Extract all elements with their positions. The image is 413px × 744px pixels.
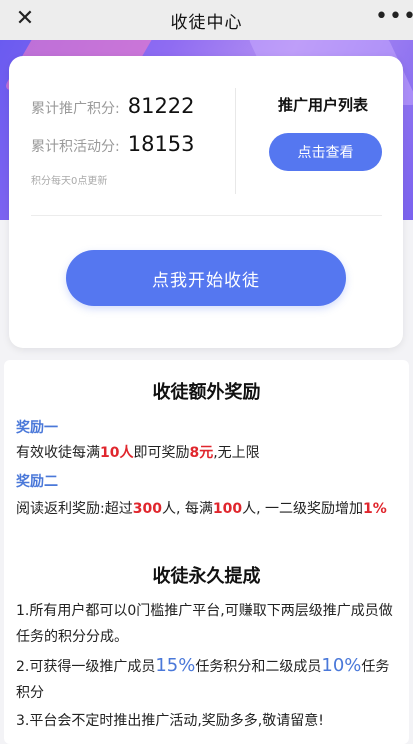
vertical-divider bbox=[235, 88, 236, 194]
rule-three: 3.平台会不定时推出推广活动,奖励多多,敬请留意! bbox=[16, 713, 324, 729]
reward-highlight: 100 bbox=[212, 501, 243, 517]
rule-two: 2.可获得一级推广成员15%任务积分和二级成员10%任务积分 bbox=[16, 653, 402, 706]
rule-percent: 10% bbox=[321, 655, 362, 676]
horizontal-divider bbox=[31, 215, 382, 216]
rule-one: 1.所有用户都可以0门槛推广平台,可赚取下两层级推广成员做任务的积分分成。 bbox=[16, 603, 393, 645]
reward-text: 有效收徒每满 bbox=[16, 445, 100, 461]
reward-two-text: 阅读返利奖励:超过300人, 每满100人, 一二级奖励增加1% bbox=[16, 496, 400, 522]
total-promo-points: 累计推广积分: 81222 bbox=[31, 94, 195, 118]
reward-text: 阅读返利奖励:超过 bbox=[16, 501, 133, 517]
start-recruit-button[interactable]: 点我开始收徒 bbox=[66, 250, 346, 306]
total-activity-points: 累计积活动分: 18153 bbox=[31, 132, 195, 156]
reward-one-heading: 奖励一 bbox=[16, 420, 58, 436]
view-promo-list-button[interactable]: 点击查看 bbox=[269, 133, 382, 171]
more-dots-icon[interactable]: ••• bbox=[375, 6, 413, 30]
update-note: 积分每天0点更新 bbox=[31, 176, 108, 187]
reward-two-heading: 奖励二 bbox=[16, 474, 58, 490]
reward-text: 人, 每满 bbox=[161, 501, 213, 517]
total-promo-label: 累计推广积分: bbox=[31, 101, 120, 117]
close-icon[interactable]: ✕ bbox=[14, 8, 36, 30]
stats-card: 累计推广积分: 81222 累计积活动分: 18153 积分每天0点更新 推广用… bbox=[9, 56, 403, 348]
promo-list-title: 推广用户列表 bbox=[277, 96, 368, 114]
reward-one-text: 有效收徒每满10人即可奖励8元,无上限 bbox=[16, 440, 400, 466]
reward-text: 即可奖励 bbox=[133, 445, 190, 461]
reward-highlight: 10人 bbox=[100, 445, 134, 461]
total-activity-value: 18153 bbox=[127, 132, 195, 156]
reward-highlight: 1% bbox=[363, 501, 387, 517]
top-bar: ✕ 收徒中心 ••• bbox=[0, 0, 413, 40]
rule-text: 任务积分和二级成员 bbox=[195, 659, 322, 675]
rewards-panel: 收徒额外奖励 奖励一 有效收徒每满10人即可奖励8元,无上限 奖励二 阅读返利奖… bbox=[4, 360, 409, 744]
permanent-commission-title: 收徒永久提成 bbox=[152, 566, 261, 587]
reward-highlight: 300 bbox=[132, 501, 162, 517]
total-activity-label: 累计积活动分: bbox=[31, 139, 120, 155]
reward-highlight: 8元 bbox=[189, 445, 214, 461]
reward-text: 人, 一二级奖励增加 bbox=[242, 501, 363, 517]
extra-rewards-title: 收徒额外奖励 bbox=[152, 382, 261, 403]
rule-percent: 15% bbox=[155, 655, 196, 676]
page-title: 收徒中心 bbox=[170, 12, 243, 33]
reward-text: ,无上限 bbox=[213, 445, 260, 461]
rule-text: 2.可获得一级推广成员 bbox=[16, 659, 156, 675]
total-promo-value: 81222 bbox=[127, 94, 195, 118]
